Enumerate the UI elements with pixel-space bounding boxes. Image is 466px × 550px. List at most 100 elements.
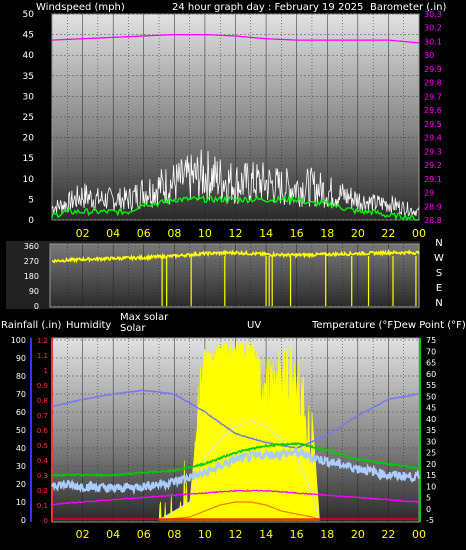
temp-x-tick-22: 22 (381, 528, 395, 541)
direction-y-tick-90: 90 (29, 287, 39, 296)
humidity-y-tick-10: 10 (16, 498, 26, 507)
temp-y-tick-5: 5 (426, 494, 431, 503)
temp-y-tick-35: 35 (426, 426, 436, 435)
temp-x-tick-10: 10 (198, 528, 212, 541)
rain-y-tick-0.3: 0.3 (37, 472, 48, 480)
dew-point-legend: Dew Point (°F) (394, 320, 466, 331)
wind-y-tick-30: 30 (23, 92, 35, 102)
wind-y-tick-20: 20 (23, 134, 35, 144)
rain-y-tick-0.8: 0.8 (37, 397, 48, 405)
wind-x-tick-04: 04 (106, 227, 120, 240)
wind-y-tick-15: 15 (23, 154, 34, 164)
humidity-y-tick-90: 90 (16, 354, 26, 363)
baro-y-tick-29.4: 29.4 (424, 134, 442, 143)
direction-y-tick-180: 180 (24, 272, 39, 281)
wind-y-tick-50: 50 (23, 10, 35, 20)
rain-y-tick-0.4: 0.4 (37, 457, 49, 465)
wind-x-tick-20: 20 (351, 227, 365, 240)
temp-x-tick-20: 20 (351, 528, 365, 541)
baro-y-tick-30.3: 30.3 (424, 10, 442, 19)
wind-panel: 0 5 10 15 20 25 30 35 40 45 50 28.8 28.9 29 29.1 29.2 29… (23, 10, 442, 240)
wind-x-tick-14: 14 (259, 227, 273, 240)
rain-y-tick-1.2: 1.2 (37, 337, 48, 345)
baro-y-tick-28.9: 28.9 (424, 202, 442, 211)
humidity-y-tick-60: 60 (16, 408, 26, 417)
compass-label-3: E (436, 283, 442, 294)
temp-y-tick-50: 50 (426, 392, 436, 401)
humidity-y-tick-80: 80 (16, 372, 26, 381)
baro-y-tick-28.8: 28.8 (424, 216, 442, 225)
compass-label-1: W (434, 253, 444, 264)
baro-y-tick-29.3: 29.3 (424, 147, 442, 156)
solar-legend: Solar (120, 323, 146, 334)
direction-y-tick-270: 270 (24, 257, 39, 266)
humidity-y-tick-30: 30 (16, 462, 26, 471)
humidity-y-tick-0: 0 (21, 516, 26, 525)
humidity-y-tick-40: 40 (16, 444, 26, 453)
temp-y-tick-40: 40 (426, 415, 436, 424)
baro-y-tick-30: 30 (424, 51, 434, 60)
rain-y-tick-0.5: 0.5 (37, 442, 48, 450)
baro-y-tick-29.6: 29.6 (424, 106, 442, 115)
rain-y-tick-0.9: 0.9 (37, 382, 48, 390)
wind-direction-panel: 0 90 180 270 360 (6, 241, 420, 311)
baro-y-tick-29.1: 29.1 (424, 175, 442, 184)
baro-y-tick-30.1: 30.1 (424, 37, 442, 46)
humidity-legend: Humidity (66, 320, 111, 331)
rain-y-tick-1: 1 (44, 367, 48, 375)
baro-y-tick-29.2: 29.2 (424, 161, 442, 170)
temp-y-tick-45: 45 (426, 404, 436, 413)
wind-y-tick-10: 10 (23, 175, 35, 185)
wind-x-tick-16: 16 (290, 227, 304, 240)
rain-y-tick-0.6: 0.6 (37, 427, 49, 435)
compass-label-0: N (435, 238, 442, 249)
temp-y-tick-65: 65 (426, 359, 436, 368)
temp-x-tick-06: 06 (137, 528, 151, 541)
temp-x-tick-16: 16 (290, 528, 304, 541)
wind-y-tick-0: 0 (28, 216, 34, 226)
baro-y-tick-29.8: 29.8 (424, 79, 442, 88)
temp-x-tick-12: 12 (229, 528, 243, 541)
baro-y-tick-30.2: 30.2 (424, 24, 442, 33)
temp-y-tick-30: 30 (426, 437, 436, 446)
temp-x-tick-08: 08 (167, 528, 181, 541)
wind-x-tick-06: 06 (137, 227, 151, 240)
uv-legend: UV (247, 320, 261, 331)
wind-x-tick-00: 00 (412, 227, 426, 240)
temperature-axis-title: Temperature (°F) (311, 320, 397, 331)
humidity-y-tick-70: 70 (16, 390, 26, 399)
baro-y-tick-29: 29 (424, 189, 434, 198)
temp-x-tick-02: 02 (76, 528, 90, 541)
temp-x-tick-14: 14 (259, 528, 273, 541)
humidity-y-tick-100: 100 (11, 336, 26, 345)
wind-x-tick-22: 22 (381, 227, 395, 240)
temp-y-tick-55: 55 (426, 381, 436, 390)
temperature-panel: 010203040506070809010000.10.20.30.40.50.… (11, 336, 436, 541)
windspeed-axis-title: Windspeed (mph) (36, 2, 125, 13)
temp-y-tick--5: -5 (426, 516, 434, 525)
humidity-y-tick-50: 50 (16, 426, 26, 435)
rain-y-tick-0.2: 0.2 (37, 487, 48, 495)
temp-y-tick-60: 60 (426, 370, 436, 379)
wind-x-tick-02: 02 (76, 227, 90, 240)
wind-y-tick-45: 45 (23, 31, 34, 41)
weather-graph: Windspeed (mph) 24 hour graph day : Febr… (1, 2, 466, 541)
wind-x-tick-18: 18 (320, 227, 334, 240)
direction-y-tick-0: 0 (34, 302, 39, 311)
temp-y-tick-10: 10 (426, 482, 436, 491)
rain-y-tick-0: 0 (44, 517, 48, 525)
temp-y-tick-0: 0 (426, 505, 431, 514)
temp-y-tick-25: 25 (426, 449, 436, 458)
graph-title: 24 hour graph day : February 19 2025 (172, 2, 363, 13)
wind-x-tick-10: 10 (198, 227, 212, 240)
temp-x-tick-00: 00 (412, 528, 426, 541)
rainfall-axis-title: Rainfall (.in) (1, 320, 62, 331)
temp-y-tick-70: 70 (426, 347, 436, 356)
temp-y-tick-20: 20 (426, 460, 436, 469)
temp-y-tick-75: 75 (426, 336, 436, 345)
wind-y-tick-40: 40 (23, 51, 35, 61)
baro-y-tick-29.9: 29.9 (424, 65, 442, 74)
humidity-y-tick-20: 20 (16, 480, 26, 489)
max-solar-legend: Max solar (120, 312, 169, 323)
wind-x-tick-12: 12 (229, 227, 243, 240)
